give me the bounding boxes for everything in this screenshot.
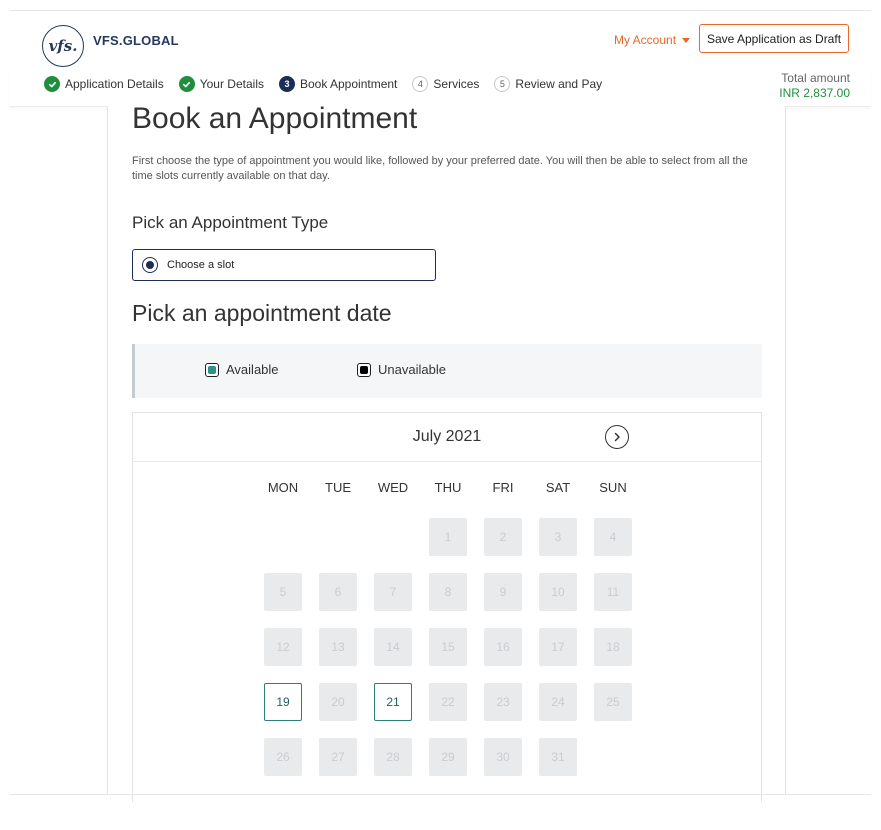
weekday-sat: SAT	[545, 480, 571, 495]
calendar-day-1: 1	[429, 518, 467, 556]
calendar-day-28: 28	[374, 738, 412, 776]
calendar-day-24: 24	[539, 683, 577, 721]
check-icon	[178, 76, 195, 92]
step-label: Your Details	[199, 77, 264, 91]
calendar-day-3: 3	[539, 518, 577, 556]
vfs-logo-icon[interactable]: vfs.	[42, 25, 84, 67]
page-title: Book an Appointment	[132, 102, 418, 135]
top-header: vfs. VFS.GLOBAL My Account Save Applicat…	[10, 10, 871, 71]
legend-unavailable-label: Unavailable	[378, 362, 446, 377]
step-application-details[interactable]: Application Details	[44, 76, 164, 92]
footer-divider	[10, 794, 871, 795]
calendar-header: July 2021	[133, 413, 761, 462]
legend-unavailable: Unavailable	[357, 362, 446, 377]
legend-available-label: Available	[226, 362, 279, 377]
calendar: July 2021 MON TUE WED THU FRI SAT SUN 12345678…	[132, 412, 762, 802]
calendar-day-9: 9	[484, 573, 522, 611]
calendar-day-15: 15	[429, 628, 467, 666]
unavailable-swatch-icon	[357, 362, 371, 377]
steps-list: Application Details Your Details 3 Book App…	[44, 76, 617, 92]
availability-legend: Available Unavailable	[132, 344, 762, 398]
calendar-day-20: 20	[319, 683, 357, 721]
calendar-day-14: 14	[374, 628, 412, 666]
calendar-day-21[interactable]: 21	[374, 683, 412, 721]
appointment-date-heading: Pick an appointment date	[132, 300, 392, 326]
step-review-and-pay[interactable]: 5 Review and Pay	[494, 76, 602, 92]
calendar-day-19[interactable]: 19	[264, 683, 302, 721]
weekday-mon: MON	[267, 480, 299, 495]
my-account-label: My Account	[614, 33, 677, 47]
calendar-day-16: 16	[484, 628, 522, 666]
check-icon	[44, 76, 60, 92]
step-number: 4	[412, 76, 429, 92]
step-label: Application Details	[65, 77, 164, 91]
calendar-day-12: 12	[264, 628, 302, 666]
step-your-details[interactable]: Your Details	[178, 76, 264, 92]
calendar-day-5: 5	[264, 573, 302, 611]
weekday-thu: THU	[434, 480, 462, 495]
total-amount-value: INR 2,837.00	[779, 86, 850, 100]
next-month-button[interactable]	[605, 425, 629, 449]
available-swatch-icon	[205, 362, 219, 377]
intro-text: First choose the type of appointment you…	[132, 155, 748, 182]
calendar-day-31: 31	[539, 738, 577, 776]
calendar-day-26: 26	[264, 738, 302, 776]
calendar-day-22: 22	[429, 683, 467, 721]
main-panel: Book an Appointment First choose the typ…	[107, 102, 786, 802]
chevron-right-icon	[614, 432, 620, 442]
step-number: 3	[278, 76, 295, 92]
calendar-day-29: 29	[429, 738, 467, 776]
calendar-day-30: 30	[484, 738, 522, 776]
weekday-tue: TUE	[325, 480, 351, 495]
appointment-type-heading: Pick an Appointment Type	[132, 213, 329, 232]
my-account-menu[interactable]: My Account	[614, 33, 691, 47]
calendar-day-27: 27	[319, 738, 357, 776]
step-label: Review and Pay	[515, 77, 603, 91]
calendar-day-17: 17	[539, 628, 577, 666]
choose-slot-label: Choose a slot	[167, 259, 235, 271]
step-services[interactable]: 4 Services	[412, 76, 479, 92]
choose-slot-option[interactable]: Choose a slot	[132, 249, 436, 281]
calendar-day-6: 6	[319, 573, 357, 611]
calendar-day-2: 2	[484, 518, 522, 556]
legend-available: Available	[205, 362, 279, 377]
weekday-sun: SUN	[599, 480, 627, 495]
calendar-day-11: 11	[594, 573, 632, 611]
step-label: Book Appointment	[299, 77, 398, 91]
step-label: Services	[433, 77, 480, 91]
calendar-day-4: 4	[594, 518, 632, 556]
calendar-day-13: 13	[319, 628, 357, 666]
calendar-day-7: 7	[374, 573, 412, 611]
weekday-fri: FRI	[492, 480, 514, 495]
radio-selected-icon[interactable]	[142, 257, 158, 273]
total-amount-label: Total amount	[781, 71, 850, 85]
calendar-day-8: 8	[429, 573, 467, 611]
logo-text[interactable]: VFS.GLOBAL	[93, 33, 179, 48]
step-book-appointment[interactable]: 3 Book Appointment	[278, 76, 398, 92]
calendar-month-title: July 2021	[412, 428, 482, 445]
save-draft-button[interactable]: Save Application as Draft	[699, 24, 849, 53]
step-number: 5	[494, 76, 511, 92]
weekday-wed: WED	[377, 480, 409, 495]
caret-down-icon	[682, 38, 691, 43]
calendar-day-25: 25	[594, 683, 632, 721]
total-amount: Total amount INR 2,837.00	[779, 71, 850, 101]
calendar-day-18: 18	[594, 628, 632, 666]
calendar-day-10: 10	[539, 573, 577, 611]
calendar-day-23: 23	[484, 683, 522, 721]
